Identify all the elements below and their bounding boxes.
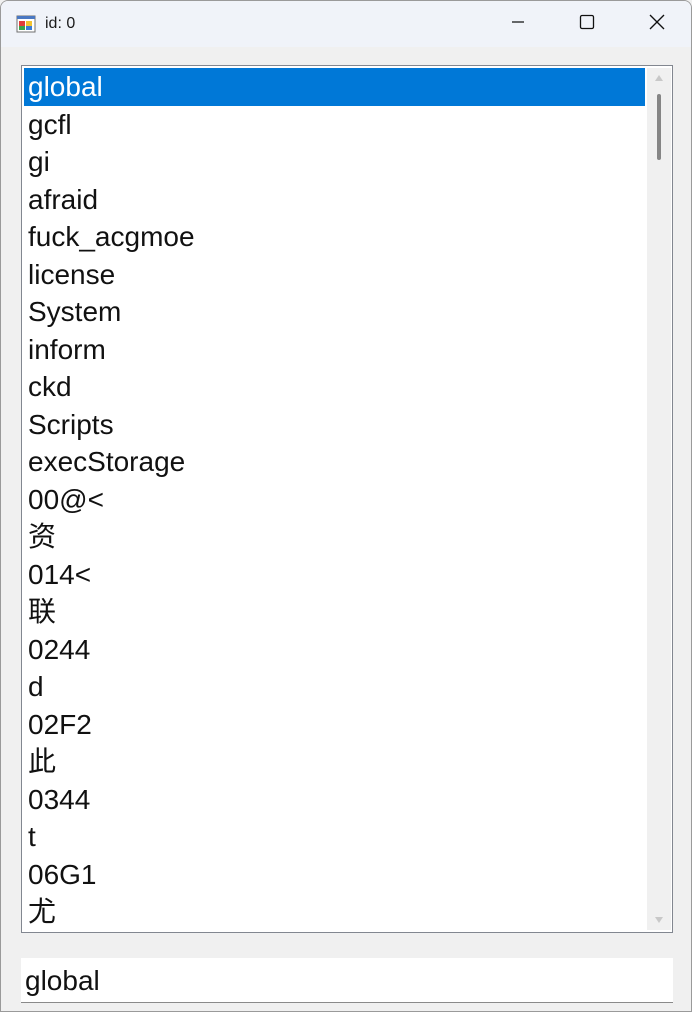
list-item[interactable]: 0344 (24, 781, 645, 819)
list-item[interactable]: 此 (24, 743, 645, 781)
list-item[interactable]: d (24, 668, 645, 706)
close-icon (648, 13, 666, 36)
list-item[interactable]: 0244 (24, 631, 645, 669)
list-item[interactable]: global (24, 68, 645, 106)
list-item[interactable]: 资 (24, 518, 645, 556)
list-item[interactable]: fuck_acgmoe (24, 218, 645, 256)
list-item[interactable]: 02F2 (24, 706, 645, 744)
title-bar[interactable]: id: 0 (1, 1, 691, 47)
list-item[interactable]: 尤 (24, 893, 645, 931)
list-item[interactable]: 00@< (24, 481, 645, 519)
list-item[interactable]: System (24, 293, 645, 331)
scroll-up-arrow[interactable] (647, 68, 671, 88)
list-item[interactable]: 联 (24, 593, 645, 631)
chevron-down-icon (654, 911, 664, 929)
list-item[interactable]: 014< (24, 556, 645, 594)
list-item[interactable]: license (24, 256, 645, 294)
identifier-listbox[interactable]: global gcfl gi afraid fuck_acgmoe license Syst… (21, 65, 673, 933)
close-button[interactable] (622, 1, 691, 47)
list-item[interactable]: inform (24, 331, 645, 369)
scroll-down-arrow[interactable] (647, 910, 671, 930)
app-icon (16, 14, 36, 34)
selected-value-input[interactable] (21, 958, 673, 1003)
list-item[interactable]: 06G1 (24, 856, 645, 894)
app-window: id: 0 global gcfl gi afraid fuck_acgmoe licen… (0, 0, 692, 1012)
scroll-thumb[interactable] (657, 94, 661, 160)
minimize-button[interactable] (483, 1, 553, 47)
window-title: id: 0 (45, 15, 76, 32)
list-item[interactable]: gcfl (24, 106, 645, 144)
list-item[interactable]: ckd (24, 368, 645, 406)
maximize-icon (578, 13, 596, 36)
minimize-icon (510, 14, 526, 35)
list-item[interactable]: execStorage (24, 443, 645, 481)
maximize-button[interactable] (552, 1, 622, 47)
list-item[interactable]: gi (24, 143, 645, 181)
list-item[interactable]: afraid (24, 181, 645, 219)
list-item[interactable]: t (24, 818, 645, 856)
vertical-scrollbar[interactable] (647, 68, 671, 930)
chevron-up-icon (654, 69, 664, 87)
list-items-container: global gcfl gi afraid fuck_acgmoe license Syst… (24, 68, 645, 931)
list-item[interactable]: Scripts (24, 406, 645, 444)
